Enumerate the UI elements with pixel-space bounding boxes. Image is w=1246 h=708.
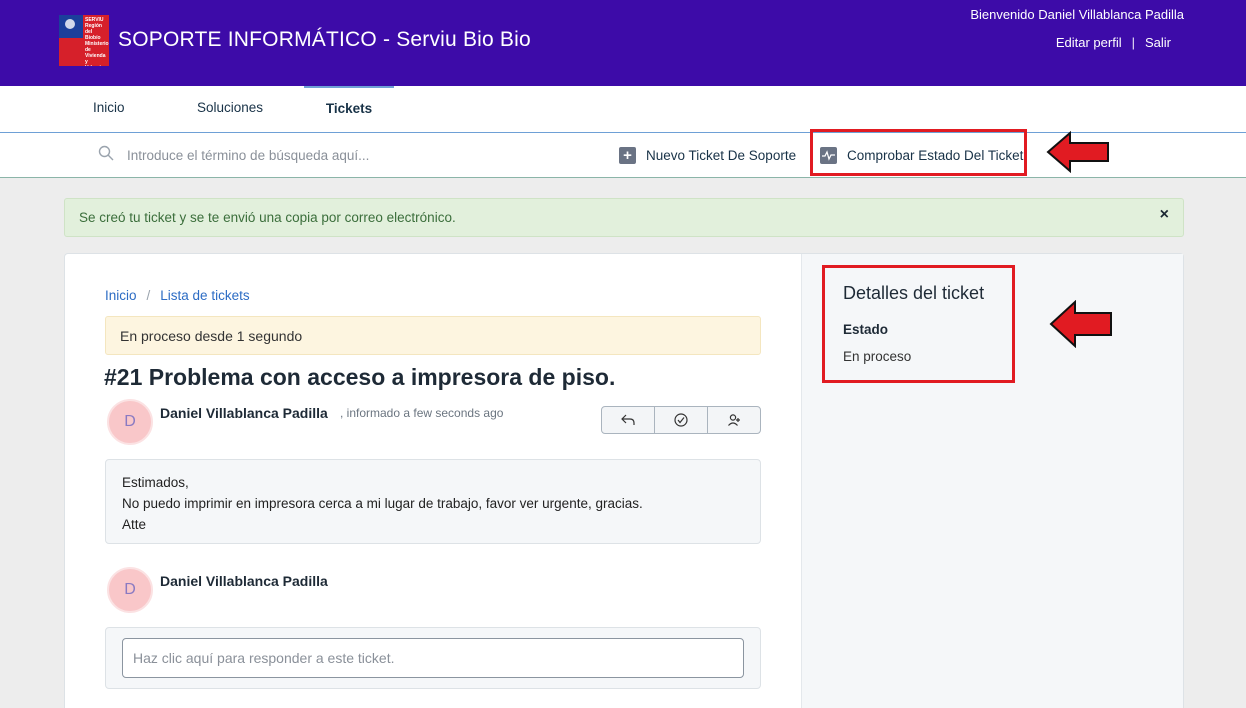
serviu-logo: SERVIU Región del Biobío Ministerio de V…	[59, 15, 109, 66]
left-arrow-icon	[1046, 131, 1109, 173]
alert-message: Se creó tu ticket y se te envió una copi…	[79, 210, 456, 225]
reported-time: , informado a few seconds ago	[340, 406, 504, 420]
main-nav: Inicio Soluciones Tickets	[0, 86, 1246, 133]
status-banner: En proceso desde 1 segundo	[105, 316, 761, 355]
success-alert: Se creó tu ticket y se te envió una copi…	[64, 198, 1184, 237]
reply-box	[105, 627, 761, 689]
user-links: Editar perfil | Salir	[1056, 35, 1171, 50]
ticket-message: Estimados, No puedo imprimir en impresor…	[105, 459, 761, 544]
breadcrumb-separator: /	[146, 288, 151, 303]
ticket-author: Daniel Villablanca Padilla	[160, 405, 328, 421]
search-icon	[98, 145, 114, 161]
highlight-box-check-status	[810, 129, 1027, 176]
highlight-box-details	[822, 265, 1015, 383]
site-title: SOPORTE INFORMÁTICO - Serviu Bio Bio	[118, 28, 531, 51]
search-input[interactable]	[120, 143, 520, 167]
reply-author: Daniel Villablanca Padilla	[160, 573, 328, 589]
breadcrumb: Inicio / Lista de tickets	[105, 288, 250, 303]
tab-tickets[interactable]: Tickets	[304, 86, 394, 132]
user-icon	[728, 414, 740, 426]
reply-button[interactable]	[602, 407, 655, 433]
reply-input[interactable]	[122, 638, 744, 678]
plus-icon: +	[619, 147, 636, 164]
add-people-button[interactable]	[708, 407, 760, 433]
reply-icon	[621, 414, 635, 425]
breadcrumb-home[interactable]: Inicio	[105, 288, 137, 303]
avatar: D	[107, 399, 153, 445]
ticket-actions-group	[601, 406, 761, 434]
breadcrumb-ticket-list[interactable]: Lista de tickets	[160, 288, 249, 303]
message-line: No puedo imprimir en impresora cerca a m…	[122, 496, 643, 511]
top-header: SERVIU Región del Biobío Ministerio de V…	[0, 0, 1246, 86]
reply-avatar: D	[107, 567, 153, 613]
message-line: Estimados,	[122, 475, 189, 490]
ticket-title: #21 Problema con acceso a impresora de p…	[104, 364, 616, 390]
left-arrow-icon	[1049, 300, 1112, 348]
resolve-button[interactable]	[655, 407, 708, 433]
welcome-message: Bienvenido Daniel Villablanca Padilla	[970, 7, 1184, 22]
check-circle-icon	[674, 413, 688, 427]
link-separator: |	[1131, 35, 1135, 50]
edit-profile-link[interactable]: Editar perfil	[1056, 35, 1122, 50]
tab-soluciones[interactable]: Soluciones	[197, 86, 263, 132]
new-ticket-button[interactable]: + Nuevo Ticket De Soporte	[619, 133, 796, 178]
message-line: Atte	[122, 517, 147, 532]
logout-link[interactable]: Salir	[1145, 35, 1171, 50]
close-icon[interactable]: ×	[1160, 206, 1169, 224]
tab-inicio[interactable]: Inicio	[93, 86, 125, 132]
new-ticket-label: Nuevo Ticket De Soporte	[646, 148, 797, 163]
